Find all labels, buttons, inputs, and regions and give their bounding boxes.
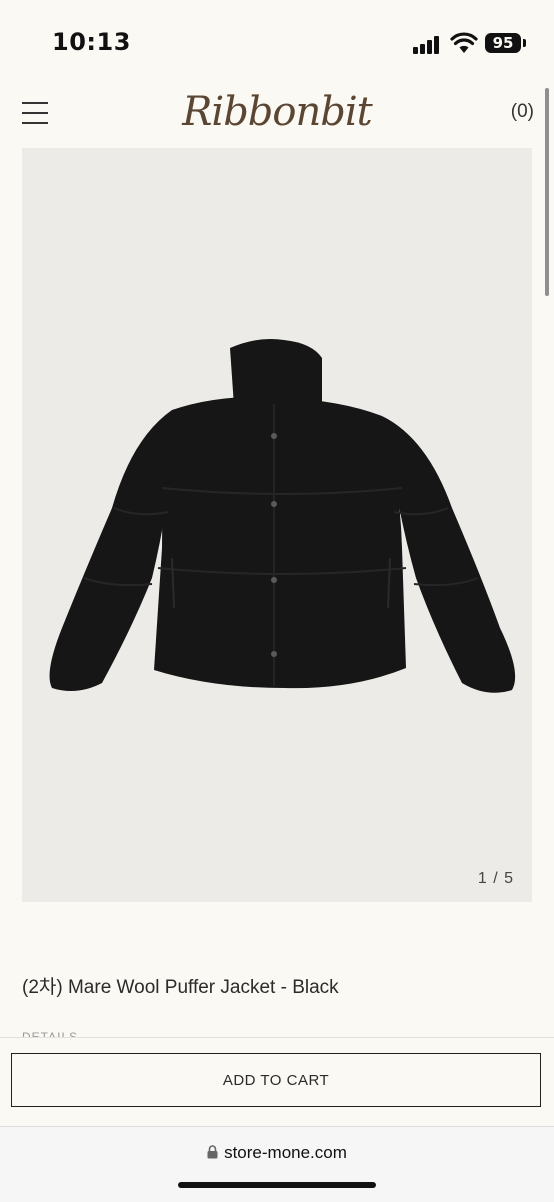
wifi-icon xyxy=(450,32,478,53)
cellular-signal-icon xyxy=(413,36,441,54)
hamburger-menu-icon[interactable] xyxy=(22,100,50,126)
browser-address-bar[interactable]: store-mone.com xyxy=(0,1126,554,1202)
url-container[interactable]: store-mone.com xyxy=(0,1143,554,1163)
status-time: 10:13 xyxy=(52,28,131,56)
status-bar: 10:13 95 xyxy=(0,0,554,88)
cart-count[interactable]: (0) xyxy=(511,101,534,123)
add-to-cart-button[interactable]: ADD TO CART xyxy=(11,1053,541,1107)
home-indicator[interactable] xyxy=(178,1182,376,1188)
image-counter: 1 / 5 xyxy=(477,870,514,887)
lock-icon xyxy=(207,1145,218,1159)
url-text: store-mone.com xyxy=(224,1143,347,1162)
scroll-indicator[interactable] xyxy=(545,88,549,296)
bottom-action-bar: ADD TO CART store-mone.com xyxy=(0,1037,554,1202)
battery-tip xyxy=(523,39,526,47)
jacket-photo xyxy=(49,339,516,693)
battery-icon: 95 xyxy=(485,33,521,53)
product-image[interactable]: 1 / 5 xyxy=(22,148,532,902)
brand-logo[interactable]: Ribbonbit xyxy=(170,80,384,144)
product-title: (2차) Mare Wool Puffer Jacket - Black xyxy=(22,977,339,998)
